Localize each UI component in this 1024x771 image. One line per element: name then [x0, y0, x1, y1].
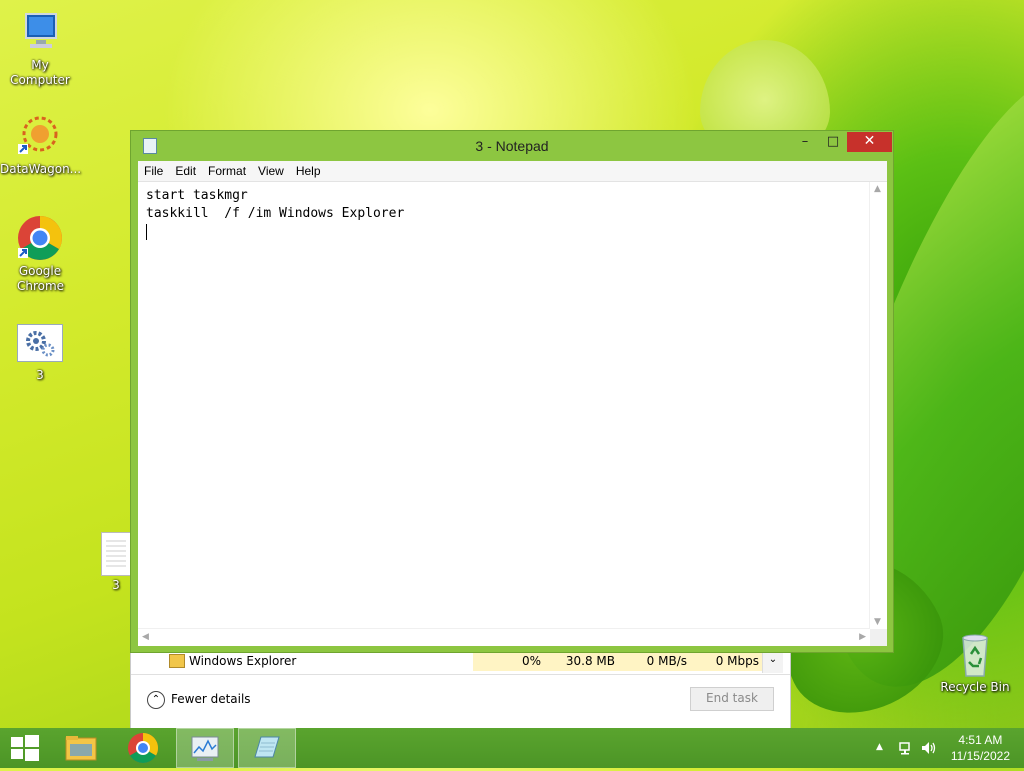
window-title: 3 - Notepad: [475, 138, 549, 154]
menu-format[interactable]: Format: [202, 161, 252, 181]
text-file-icon: [101, 532, 131, 576]
start-button[interactable]: [0, 728, 48, 768]
chrome-icon: [128, 733, 159, 764]
scroll-down-arrow[interactable]: ▼: [874, 617, 881, 627]
network-value: 0 Mbps: [693, 651, 765, 671]
scroll-right-arrow[interactable]: ▶: [859, 632, 866, 642]
scroll-up-arrow[interactable]: ▲: [874, 184, 881, 194]
process-row[interactable]: Windows Explorer 0% 30.8 MB 0 MB/s 0 Mbp…: [139, 651, 767, 671]
text-editor-area[interactable]: start taskmgr taskkill /f /im Windows Exp…: [138, 182, 887, 646]
menu-help[interactable]: Help: [290, 161, 327, 181]
desktop-icon-google-chrome[interactable]: Google Chrome: [0, 214, 80, 294]
memory-value: 30.8 MB: [547, 651, 621, 671]
notepad-window[interactable]: 3 - Notepad – □ ✕ File Edit Format View Help…: [130, 130, 894, 653]
end-task-button[interactable]: End task: [690, 687, 774, 711]
desktop-icon-label: Recycle Bin: [940, 680, 1010, 694]
recycle-bin-icon: [951, 630, 999, 678]
taskbar-file-explorer[interactable]: [52, 728, 110, 768]
scroll-left-arrow[interactable]: ◀: [142, 632, 149, 642]
maximize-button[interactable]: □: [819, 133, 847, 153]
taskbar-task-manager[interactable]: [176, 728, 234, 768]
datawagon-icon: [16, 112, 64, 160]
chevron-up-icon: ⌃: [147, 690, 165, 709]
close-button[interactable]: ✕: [847, 132, 892, 152]
network-icon[interactable]: [898, 740, 914, 759]
desktop-icon-label: 3: [36, 368, 44, 382]
desktop-icon-my-computer[interactable]: My Computer: [0, 8, 80, 88]
task-manager-icon: [191, 736, 219, 761]
desktop-icon-label: DataWagon...: [0, 162, 82, 176]
menu-edit[interactable]: Edit: [169, 161, 202, 181]
menu-file[interactable]: File: [138, 161, 169, 181]
explorer-icon: [169, 654, 185, 668]
fewer-details-label: Fewer details: [171, 692, 251, 706]
desktop-icon-recycle-bin[interactable]: Recycle Bin: [935, 630, 1015, 695]
taskbar: ▲ 4:51 AM 11/15/2022: [0, 728, 1024, 768]
close-icon: ✕: [863, 133, 876, 149]
clock-date: 11/15/2022: [950, 749, 1010, 763]
horizontal-scrollbar[interactable]: ◀ ▶: [138, 628, 870, 646]
menu-view[interactable]: View: [252, 161, 290, 181]
notepad-icon: [254, 736, 280, 758]
system-clock[interactable]: 4:51 AM 11/15/2022: [951, 732, 1010, 764]
minimize-button[interactable]: –: [791, 133, 819, 153]
folder-icon: [65, 736, 97, 761]
gears-icon: [17, 324, 63, 362]
desktop-icon-label: Google Chrome: [17, 264, 65, 293]
desktop-icon-datawagon[interactable]: DataWagon...: [0, 112, 82, 177]
volume-icon[interactable]: [920, 740, 938, 759]
taskbar-notepad[interactable]: [238, 728, 296, 768]
windows-logo-icon: [11, 735, 39, 761]
chrome-icon: [16, 214, 64, 262]
desktop-icon-label: My Computer: [10, 58, 70, 87]
task-manager-window[interactable]: Windows Explorer 0% 30.8 MB 0 MB/s 0 Mbp…: [130, 648, 791, 730]
menu-bar: File Edit Format View Help: [138, 161, 887, 182]
resize-grip[interactable]: [870, 629, 887, 646]
desktop-icon-settings-3[interactable]: 3: [0, 324, 80, 383]
divider: [131, 674, 790, 675]
cpu-value: 0%: [473, 651, 547, 671]
vertical-scrollbar[interactable]: ▲ ▼: [869, 182, 887, 629]
text-line-current: [146, 223, 404, 241]
computer-icon: [16, 8, 64, 56]
editor-text[interactable]: start taskmgr taskkill /f /im Windows Exp…: [146, 187, 404, 241]
disk-value: 0 MB/s: [621, 651, 693, 671]
fewer-details-button[interactable]: ⌃ Fewer details: [147, 689, 251, 709]
taskbar-chrome[interactable]: [114, 728, 172, 768]
text-line: taskkill /f /im Windows Explorer: [146, 206, 405, 221]
process-name: Windows Explorer: [189, 654, 297, 668]
clock-time: 4:51 AM: [958, 733, 1003, 747]
show-hidden-icons-arrow[interactable]: ▲: [876, 742, 883, 752]
text-caret: [146, 223, 147, 240]
text-line: start taskmgr: [146, 188, 248, 203]
